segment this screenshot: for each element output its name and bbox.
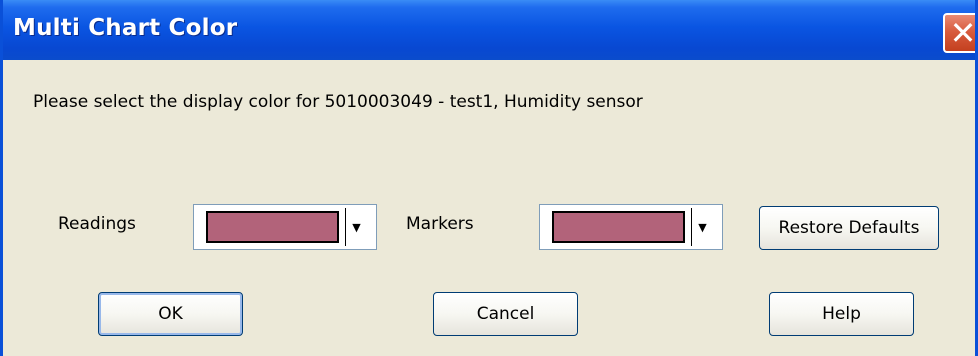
readings-color-swatch bbox=[206, 211, 339, 243]
markers-color-dropdown[interactable]: ▼ bbox=[539, 204, 723, 250]
dialog-window: Multi Chart Color ✕ Please select the di… bbox=[0, 0, 978, 356]
cancel-button[interactable]: Cancel bbox=[433, 292, 578, 336]
close-button[interactable]: ✕ bbox=[943, 13, 977, 53]
instruction-text: Please select the display color for 5010… bbox=[33, 92, 643, 112]
markers-color-swatch bbox=[552, 211, 685, 243]
chevron-down-icon[interactable]: ▼ bbox=[348, 208, 365, 246]
chevron-down-icon[interactable]: ▼ bbox=[694, 208, 711, 246]
dialog-title: Multi Chart Color bbox=[13, 15, 238, 41]
close-icon: ✕ bbox=[949, 14, 977, 52]
title-bar[interactable]: Multi Chart Color ✕ bbox=[3, 0, 975, 60]
ok-button[interactable]: OK bbox=[98, 292, 243, 336]
dropdown-divider bbox=[345, 208, 346, 246]
help-button[interactable]: Help bbox=[769, 292, 914, 336]
dropdown-divider bbox=[691, 208, 692, 246]
restore-defaults-button[interactable]: Restore Defaults bbox=[759, 206, 939, 250]
readings-label: Readings bbox=[58, 214, 136, 234]
readings-color-dropdown[interactable]: ▼ bbox=[193, 204, 377, 250]
markers-label: Markers bbox=[406, 214, 474, 234]
